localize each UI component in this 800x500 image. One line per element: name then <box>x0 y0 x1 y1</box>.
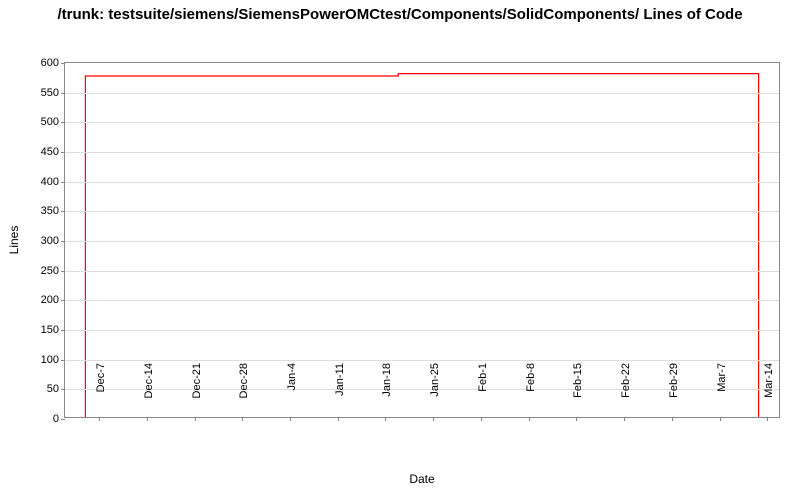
y-tick-label: 250 <box>41 265 65 277</box>
chart-title: /trunk: testsuite/siemens/SiemensPowerOM… <box>0 0 800 27</box>
gridline <box>65 182 779 183</box>
x-tick-label: 14-Mar <box>763 363 775 423</box>
y-tick-label: 200 <box>41 294 65 306</box>
gridline <box>65 360 779 361</box>
x-tick-label: 11-Jan <box>334 363 346 423</box>
y-tick-label: 50 <box>47 383 65 395</box>
series-line <box>85 74 758 417</box>
x-tick-label: 7-Dec <box>95 363 107 423</box>
x-tick-label: 29-Feb <box>668 363 680 423</box>
y-tick-label: 350 <box>41 205 65 217</box>
gridline <box>65 211 779 212</box>
y-tick-label: 450 <box>41 146 65 158</box>
x-tick-label: 1-Feb <box>477 363 489 423</box>
x-tick-label: 4-Jan <box>286 363 298 423</box>
gridline <box>65 122 779 123</box>
x-tick-label: 25-Jan <box>429 363 441 423</box>
y-tick-label: 550 <box>41 87 65 99</box>
y-tick-label: 150 <box>41 324 65 336</box>
x-axis-label: Date <box>409 472 434 486</box>
gridline <box>65 300 779 301</box>
y-tick-label: 400 <box>41 176 65 188</box>
y-tick-label: 300 <box>41 235 65 247</box>
y-axis-label: Lines <box>7 226 21 255</box>
x-tick-label: 18-Jan <box>381 363 393 423</box>
x-tick-label: 8-Feb <box>525 363 537 423</box>
x-tick-label: 15-Feb <box>572 363 584 423</box>
gridline <box>65 271 779 272</box>
chart-container: /trunk: testsuite/siemens/SiemensPowerOM… <box>0 0 800 500</box>
x-tick-label: 22-Feb <box>620 363 632 423</box>
plot-wrap: 0501001502002503003504004505005506007-De… <box>64 62 780 418</box>
gridline <box>65 241 779 242</box>
y-tick-label: 600 <box>41 57 65 69</box>
x-tick-label: 21-Dec <box>191 363 203 423</box>
gridline <box>65 330 779 331</box>
y-tick-label: 100 <box>41 354 65 366</box>
x-tick-label: 7-Mar <box>716 363 728 423</box>
x-tick-label: 14-Dec <box>143 363 155 423</box>
y-tick-label: 0 <box>53 413 65 425</box>
plot-area: 0501001502002503003504004505005506007-De… <box>64 62 780 418</box>
y-tick-label: 500 <box>41 116 65 128</box>
gridline <box>65 93 779 94</box>
x-tick-label: 28-Dec <box>238 363 250 423</box>
gridline <box>65 152 779 153</box>
